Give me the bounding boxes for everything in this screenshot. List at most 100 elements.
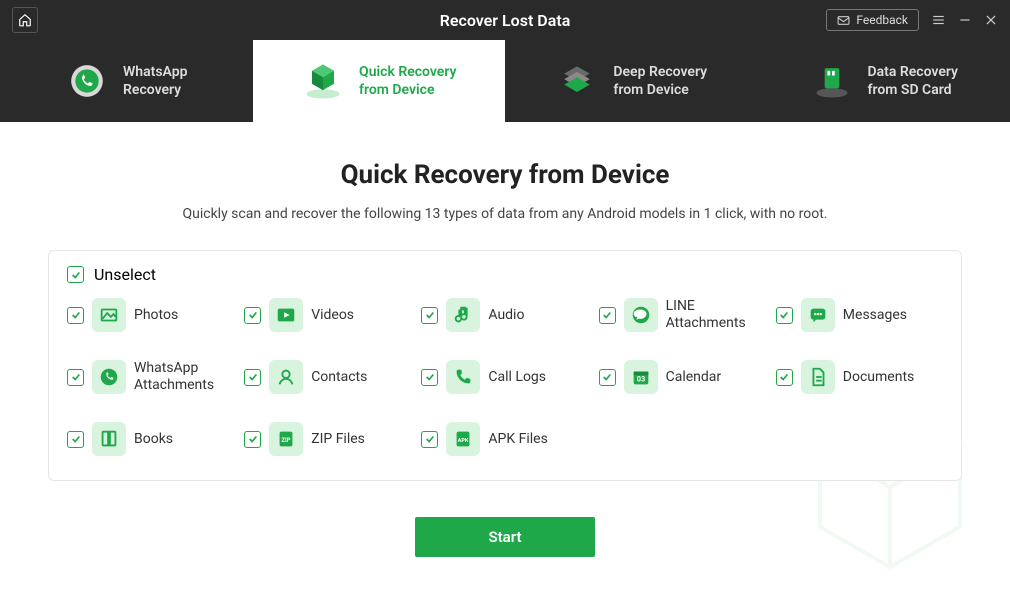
check-icon <box>425 310 435 320</box>
call-logs-icon <box>446 360 480 394</box>
check-icon <box>71 310 81 320</box>
check-icon <box>602 372 612 382</box>
item-label: Videos <box>311 307 354 324</box>
mode-tabs: WhatsApp Recovery Quick Recovery from De… <box>0 40 1010 122</box>
tab-quick-recovery[interactable]: Quick Recovery from Device <box>253 40 506 122</box>
data-type-line-attachments[interactable]: LINE Attachments <box>599 298 766 332</box>
item-label: LINE Attachments <box>666 298 766 332</box>
feedback-label: Feedback <box>856 13 908 27</box>
tab-label-line2: from Device <box>613 81 707 99</box>
zip-icon <box>269 422 303 456</box>
data-type-whatsapp-attachments[interactable]: WhatsApp Attachments <box>67 360 234 394</box>
data-type-calendar[interactable]: Calendar <box>599 360 766 394</box>
data-type-books[interactable]: Books <box>67 422 234 456</box>
minimize-icon <box>958 13 972 27</box>
checkbox-contacts[interactable] <box>244 369 261 386</box>
calendar-icon <box>624 360 658 394</box>
checkbox-calendar[interactable] <box>599 369 616 386</box>
checkbox-photos[interactable] <box>67 307 84 324</box>
menu-icon <box>931 13 946 27</box>
checkbox-audio[interactable] <box>421 307 438 324</box>
checkbox-call-logs[interactable] <box>421 369 438 386</box>
close-button[interactable] <box>984 13 998 27</box>
sd-card-icon <box>810 59 854 103</box>
item-label: Audio <box>488 307 524 324</box>
data-type-messages[interactable]: Messages <box>776 298 943 332</box>
checkbox-books[interactable] <box>67 431 84 448</box>
check-icon <box>602 310 612 320</box>
home-icon <box>18 13 32 27</box>
data-type-photos[interactable]: Photos <box>67 298 234 332</box>
tab-label-line1: Deep Recovery <box>613 63 707 81</box>
apk-icon <box>446 422 480 456</box>
tab-label-line1: Quick Recovery <box>359 63 456 81</box>
data-type-documents[interactable]: Documents <box>776 360 943 394</box>
item-label: Calendar <box>666 369 722 386</box>
item-label: Documents <box>843 369 914 386</box>
data-type-audio[interactable]: Audio <box>421 298 588 332</box>
check-icon <box>71 434 81 444</box>
item-label: WhatsApp Attachments <box>134 360 234 394</box>
audio-icon <box>446 298 480 332</box>
data-type-call-logs[interactable]: Call Logs <box>421 360 588 394</box>
home-button[interactable] <box>12 7 38 33</box>
line-icon <box>624 298 658 332</box>
unselect-all-row[interactable]: Unselect <box>67 265 943 284</box>
layered-cube-icon <box>555 59 599 103</box>
item-label: Books <box>134 431 173 448</box>
title-bar: Recover Lost Data Feedback <box>0 0 1010 40</box>
data-type-zip-files[interactable]: ZIP Files <box>244 422 411 456</box>
menu-button[interactable] <box>931 13 946 27</box>
unselect-label: Unselect <box>94 265 156 284</box>
item-label: Contacts <box>311 369 367 386</box>
item-label: ZIP Files <box>311 431 365 448</box>
check-icon <box>71 270 81 280</box>
checkbox-whatsapp-attachments[interactable] <box>67 369 84 386</box>
data-types-grid: Photos Videos Audio LINE Attachments Message… <box>67 298 943 456</box>
tab-label-line1: Data Recovery <box>868 63 958 81</box>
check-icon <box>248 434 258 444</box>
checkbox-zip-files[interactable] <box>244 431 261 448</box>
tab-label-line2: from Device <box>359 81 456 99</box>
tab-sd-card-recovery[interactable]: Data Recovery from SD Card <box>758 40 1010 122</box>
check-icon <box>779 310 789 320</box>
checkbox-documents[interactable] <box>776 369 793 386</box>
check-icon <box>248 372 258 382</box>
item-label: Photos <box>134 307 178 324</box>
tab-label-line2: Recovery <box>123 81 187 99</box>
window-controls: Feedback <box>826 9 998 31</box>
minimize-button[interactable] <box>958 13 972 27</box>
contacts-icon <box>269 360 303 394</box>
cube-icon <box>301 59 345 103</box>
videos-icon <box>269 298 303 332</box>
checkbox-apk-files[interactable] <box>421 431 438 448</box>
checkbox-messages[interactable] <box>776 307 793 324</box>
item-label: Call Logs <box>488 369 546 386</box>
data-type-apk-files[interactable]: APK Files <box>421 422 588 456</box>
check-icon <box>425 372 435 382</box>
tab-label-line2: from SD Card <box>868 81 958 99</box>
tab-deep-recovery[interactable]: Deep Recovery from Device <box>505 40 758 122</box>
check-icon <box>779 372 789 382</box>
main-content: Quick Recovery from Device Quickly scan … <box>0 122 1010 577</box>
documents-icon <box>801 360 835 394</box>
check-icon <box>248 310 258 320</box>
close-icon <box>984 13 998 27</box>
item-label: APK Files <box>488 431 547 448</box>
tab-label-line1: WhatsApp <box>123 63 187 81</box>
data-type-contacts[interactable]: Contacts <box>244 360 411 394</box>
checkbox-line-attachments[interactable] <box>599 307 616 324</box>
start-button[interactable]: Start <box>415 517 595 557</box>
data-type-videos[interactable]: Videos <box>244 298 411 332</box>
data-types-panel: Unselect Photos Videos Audio LINE Attachmen… <box>48 250 962 481</box>
photos-icon <box>92 298 126 332</box>
messages-icon <box>801 298 835 332</box>
books-icon <box>92 422 126 456</box>
check-icon <box>425 434 435 444</box>
tab-whatsapp-recovery[interactable]: WhatsApp Recovery <box>0 40 253 122</box>
unselect-all-checkbox[interactable] <box>67 266 84 283</box>
checkbox-videos[interactable] <box>244 307 261 324</box>
check-icon <box>71 372 81 382</box>
feedback-button[interactable]: Feedback <box>826 9 919 31</box>
whatsapp-attachments-icon <box>92 360 126 394</box>
